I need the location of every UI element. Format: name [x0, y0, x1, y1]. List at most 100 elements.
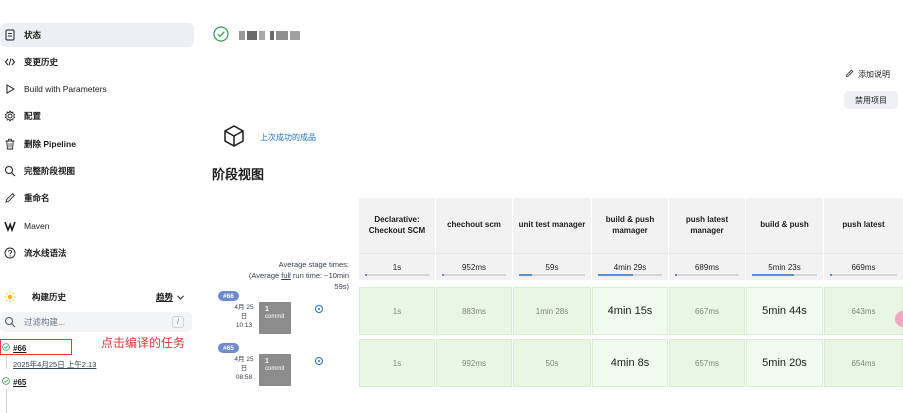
stage-duration-cell[interactable]: 50s	[513, 339, 591, 387]
stage-duration-cell[interactable]: 654ms	[824, 339, 903, 387]
timeline-line	[6, 389, 7, 413]
stage-duration-cell[interactable]: 4min 8s	[592, 339, 668, 387]
sidebar-item-pipeline-syntax[interactable]: 流水线语法	[0, 241, 194, 265]
stage-header: push latest manager	[669, 198, 745, 253]
stage-duration-cell[interactable]: 883ms	[436, 287, 512, 335]
stage-duration-cell[interactable]: 657ms	[669, 339, 745, 387]
avg-label-line: (Average full run time: ~10min	[218, 271, 349, 282]
sidebar-item-label: 重命名	[24, 193, 50, 203]
gear-icon	[4, 110, 16, 122]
run-badge[interactable]: #66	[218, 291, 239, 301]
sidebar-item-maven[interactable]: Maven	[0, 214, 194, 238]
package-icon	[222, 124, 246, 150]
stage-duration-cell[interactable]: 1s	[359, 339, 435, 387]
commit-label: commit	[265, 314, 285, 321]
sidebar-item-delete-pipeline[interactable]: 删除 Pipeline	[0, 132, 194, 156]
stage-duration-cell[interactable]: 4min 15s	[592, 287, 668, 335]
success-check-icon	[2, 343, 10, 353]
sidebar-item-status[interactable]: 状态	[0, 23, 194, 47]
sun-icon	[4, 291, 16, 303]
sidebar-item-label: 完整阶段视图	[24, 166, 76, 176]
stage-progress-fill	[675, 274, 677, 276]
run-date-line: 4月 25	[234, 304, 254, 311]
add-description-link[interactable]: 添加说明	[845, 69, 890, 80]
play-icon	[4, 83, 16, 95]
stage-header: unit test manager	[513, 198, 591, 253]
stage-duration-cell[interactable]: 5min 20s	[746, 339, 823, 387]
sidebar-item-label: 变更历史	[24, 57, 59, 67]
run-65-info: #65 4月 25 日 08:58 1 commit	[218, 343, 355, 391]
run-date-line: 日	[240, 365, 248, 373]
commit-label: commit	[265, 366, 285, 373]
run-66-info: #66 4月 25 日 10:13 1 commit	[218, 291, 355, 339]
sidebar-item-build-with-parameters[interactable]: Build with Parameters	[0, 77, 194, 101]
annotation-text: 点击编译的任务	[101, 336, 186, 350]
run-details-icon[interactable]	[315, 357, 323, 365]
build-number[interactable]: #65	[13, 378, 26, 387]
build-number[interactable]: #66	[13, 344, 26, 353]
sidebar-item-configure[interactable]: 配置	[0, 104, 194, 128]
sidebar-item-rename[interactable]: 重命名	[0, 186, 194, 210]
build-item-66[interactable]: #66	[2, 343, 26, 353]
full-run-time-link[interactable]: full	[281, 271, 291, 280]
stage-progress-track	[675, 274, 739, 276]
sidebar-item-label: 删除 Pipeline	[24, 139, 76, 149]
add-description-label: 添加说明	[858, 70, 890, 79]
redacted-project-name	[239, 30, 300, 40]
trend-label: 趋势	[155, 292, 173, 302]
sidebar-item-label: 配置	[24, 111, 42, 121]
timeline-line	[6, 355, 7, 369]
search-icon	[4, 165, 16, 177]
stage-progress-fill	[830, 274, 832, 276]
pencil-icon	[845, 69, 854, 80]
build-item-65[interactable]: #65	[2, 377, 26, 387]
stage-duration-cell[interactable]: 992ms	[436, 339, 512, 387]
sidebar-item-label: 流水线语法	[24, 248, 67, 258]
stage-header: chechout scm	[436, 198, 512, 253]
sidebar-item-label: Build with Parameters	[24, 84, 107, 94]
stage-duration-cell[interactable]: 1s	[359, 287, 435, 335]
code-icon	[4, 56, 16, 68]
commit-box[interactable]: 1 commit	[259, 354, 291, 386]
build-filter-input[interactable]	[24, 317, 164, 327]
commit-count: 1	[265, 358, 269, 365]
stage-progress-fill	[442, 274, 444, 276]
run-date: 4月 25 日 10:13	[231, 303, 257, 330]
stage-duration-cell[interactable]: 5min 44s	[746, 287, 823, 335]
pencil-icon	[4, 192, 16, 204]
run-details-icon[interactable]	[315, 305, 323, 313]
run-date: 4月 25 日 08:58	[231, 355, 257, 382]
document-icon	[4, 29, 16, 41]
stage-view-title: 阶段视图	[212, 167, 265, 182]
commit-box[interactable]: 1 commit	[259, 302, 291, 334]
sidebar-item-label: 状态	[24, 30, 42, 40]
stage-progress-fill	[365, 274, 367, 276]
stage-progress-track	[365, 274, 429, 276]
avg-label-part: run time: ~10min	[290, 270, 349, 280]
stage-progress-track	[442, 274, 506, 276]
stage-duration-cell[interactable]: 1min 28s	[513, 287, 591, 335]
maven-icon	[4, 220, 16, 232]
shortcut-hint: /	[172, 316, 184, 328]
sidebar-item-full-stage-view[interactable]: 完整阶段视图	[0, 159, 194, 183]
build-date-link[interactable]: 2025年4月25日 上午2:13	[13, 359, 96, 370]
last-artifacts-link[interactable]: 上次成功的成品	[260, 132, 316, 143]
stage-header: push latest	[824, 198, 903, 253]
stage-duration-cell[interactable]: 667ms	[669, 287, 745, 335]
run-badge[interactable]: #65	[218, 343, 239, 353]
sidebar-item-changes[interactable]: 变更历史	[0, 50, 194, 74]
build-history-header: 构建历史 趋势	[0, 287, 194, 307]
stage-duration-cell[interactable]: 643ms	[824, 287, 903, 335]
trash-icon	[4, 138, 16, 150]
stage-progress-fill	[598, 274, 633, 276]
run-time: 08:58	[235, 374, 253, 382]
disable-project-button[interactable]: 禁用项目	[844, 91, 898, 109]
avg-label-line: Average stage times:	[278, 260, 349, 269]
sidebar: 状态 变更历史 Build with Parameters 配置 删除 Pipe…	[0, 0, 200, 413]
run-date-line: 日	[240, 313, 248, 321]
sidebar-item-label: Maven	[24, 221, 50, 231]
trend-link[interactable]: 趋势	[156, 291, 184, 303]
page-title	[213, 26, 300, 44]
stage-header: Declarative: Checkout SCM	[359, 198, 435, 253]
search-icon	[4, 316, 16, 328]
